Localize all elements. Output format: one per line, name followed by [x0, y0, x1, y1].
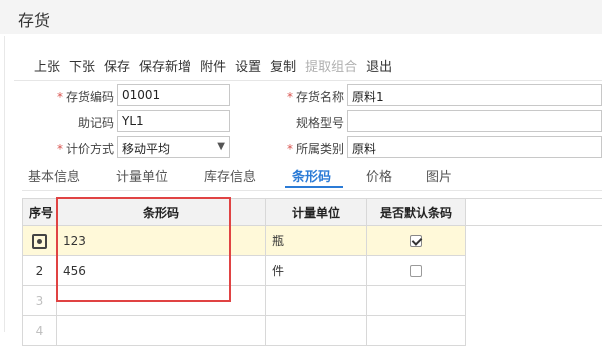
- default-cell: [367, 256, 466, 286]
- settings-button[interactable]: 设置: [235, 56, 261, 74]
- extract-combination-button: 提取组合: [305, 56, 357, 74]
- toolbar-divider: [14, 80, 602, 81]
- table-row[interactable]: 4: [23, 316, 602, 346]
- spacer-cell: [466, 226, 602, 256]
- default-cell[interactable]: [367, 286, 466, 316]
- copy-button[interactable]: 复制: [270, 56, 296, 74]
- spacer-cell: [466, 316, 602, 346]
- column-header-default[interactable]: 是否默认条码: [367, 199, 466, 226]
- tab-divider: [22, 190, 602, 191]
- code-field[interactable]: 01001: [117, 84, 230, 106]
- row-index: 2: [23, 256, 57, 286]
- tab-image[interactable]: 图片: [426, 166, 452, 185]
- chevron-down-icon: ▼: [217, 141, 225, 152]
- prev-button[interactable]: 上张: [34, 56, 60, 74]
- next-button[interactable]: 下张: [69, 56, 95, 74]
- spacer-cell: [466, 256, 602, 286]
- toolbar: 上张 下张 保存 保存新增 附件 设置 复制 提取组合 退出: [34, 56, 401, 74]
- column-header-unit[interactable]: 计量单位: [266, 199, 367, 226]
- barcode-cell[interactable]: 123: [57, 226, 266, 256]
- barcode-table: 序号 条形码 计量单位 是否默认条码 123 瓶 2 456 件 3: [22, 198, 602, 346]
- unit-cell[interactable]: [266, 286, 367, 316]
- name-label: *存货名称: [272, 88, 344, 105]
- table-header-row: 序号 条形码 计量单位 是否默认条码: [23, 199, 602, 226]
- default-checkbox[interactable]: [410, 235, 422, 247]
- spec-label: 规格型号: [272, 114, 344, 131]
- window-title: 存货: [18, 7, 50, 31]
- unit-cell[interactable]: 件: [266, 256, 367, 286]
- required-mark: *: [287, 142, 293, 156]
- barcode-cell[interactable]: 456: [57, 256, 266, 286]
- required-mark: *: [57, 142, 63, 156]
- mnemonic-field[interactable]: YL1: [117, 110, 230, 132]
- category-label: *所属类别: [272, 140, 344, 157]
- valuation-value: 移动平均: [122, 142, 170, 156]
- default-cell: [367, 226, 466, 256]
- row-settings-cell[interactable]: [23, 226, 57, 256]
- name-field[interactable]: 原料1: [347, 84, 602, 106]
- code-label: *存货编码: [48, 88, 114, 105]
- barcode-cell[interactable]: [57, 316, 266, 346]
- unit-cell[interactable]: [266, 316, 367, 346]
- save-button[interactable]: 保存: [104, 56, 130, 74]
- tab-inventory-info[interactable]: 库存信息: [204, 166, 256, 185]
- required-mark: *: [287, 90, 293, 104]
- exit-button[interactable]: 退出: [366, 56, 392, 74]
- spacer-cell: [466, 286, 602, 316]
- tab-price[interactable]: 价格: [366, 166, 392, 185]
- table-row[interactable]: 3: [23, 286, 602, 316]
- default-checkbox[interactable]: [410, 265, 422, 277]
- default-cell[interactable]: [367, 316, 466, 346]
- table-row[interactable]: 123 瓶: [23, 226, 602, 256]
- spec-field[interactable]: [347, 110, 602, 132]
- valuation-select[interactable]: 移动平均 ▼: [117, 136, 230, 158]
- active-tab-indicator: [285, 186, 343, 188]
- tab-basic-info[interactable]: 基本信息: [28, 166, 80, 185]
- column-header-spacer: [466, 199, 602, 226]
- gear-icon[interactable]: [32, 234, 47, 249]
- column-header-barcode[interactable]: 条形码: [57, 199, 266, 226]
- tab-units[interactable]: 计量单位: [116, 166, 168, 185]
- window-titlebar: 存货: [0, 0, 602, 34]
- mnemonic-label: 助记码: [48, 114, 114, 131]
- required-mark: *: [57, 90, 63, 104]
- table-row[interactable]: 2 456 件: [23, 256, 602, 286]
- tab-barcode[interactable]: 条形码: [292, 166, 331, 185]
- barcode-cell[interactable]: [57, 286, 266, 316]
- category-field[interactable]: 原料: [347, 136, 602, 158]
- save-and-new-button[interactable]: 保存新增: [139, 56, 191, 74]
- attachment-button[interactable]: 附件: [200, 56, 226, 74]
- valuation-label: *计价方式: [48, 140, 114, 157]
- row-index: 3: [23, 286, 57, 316]
- column-header-index: 序号: [23, 199, 57, 226]
- row-index: 4: [23, 316, 57, 346]
- unit-cell[interactable]: 瓶: [266, 226, 367, 256]
